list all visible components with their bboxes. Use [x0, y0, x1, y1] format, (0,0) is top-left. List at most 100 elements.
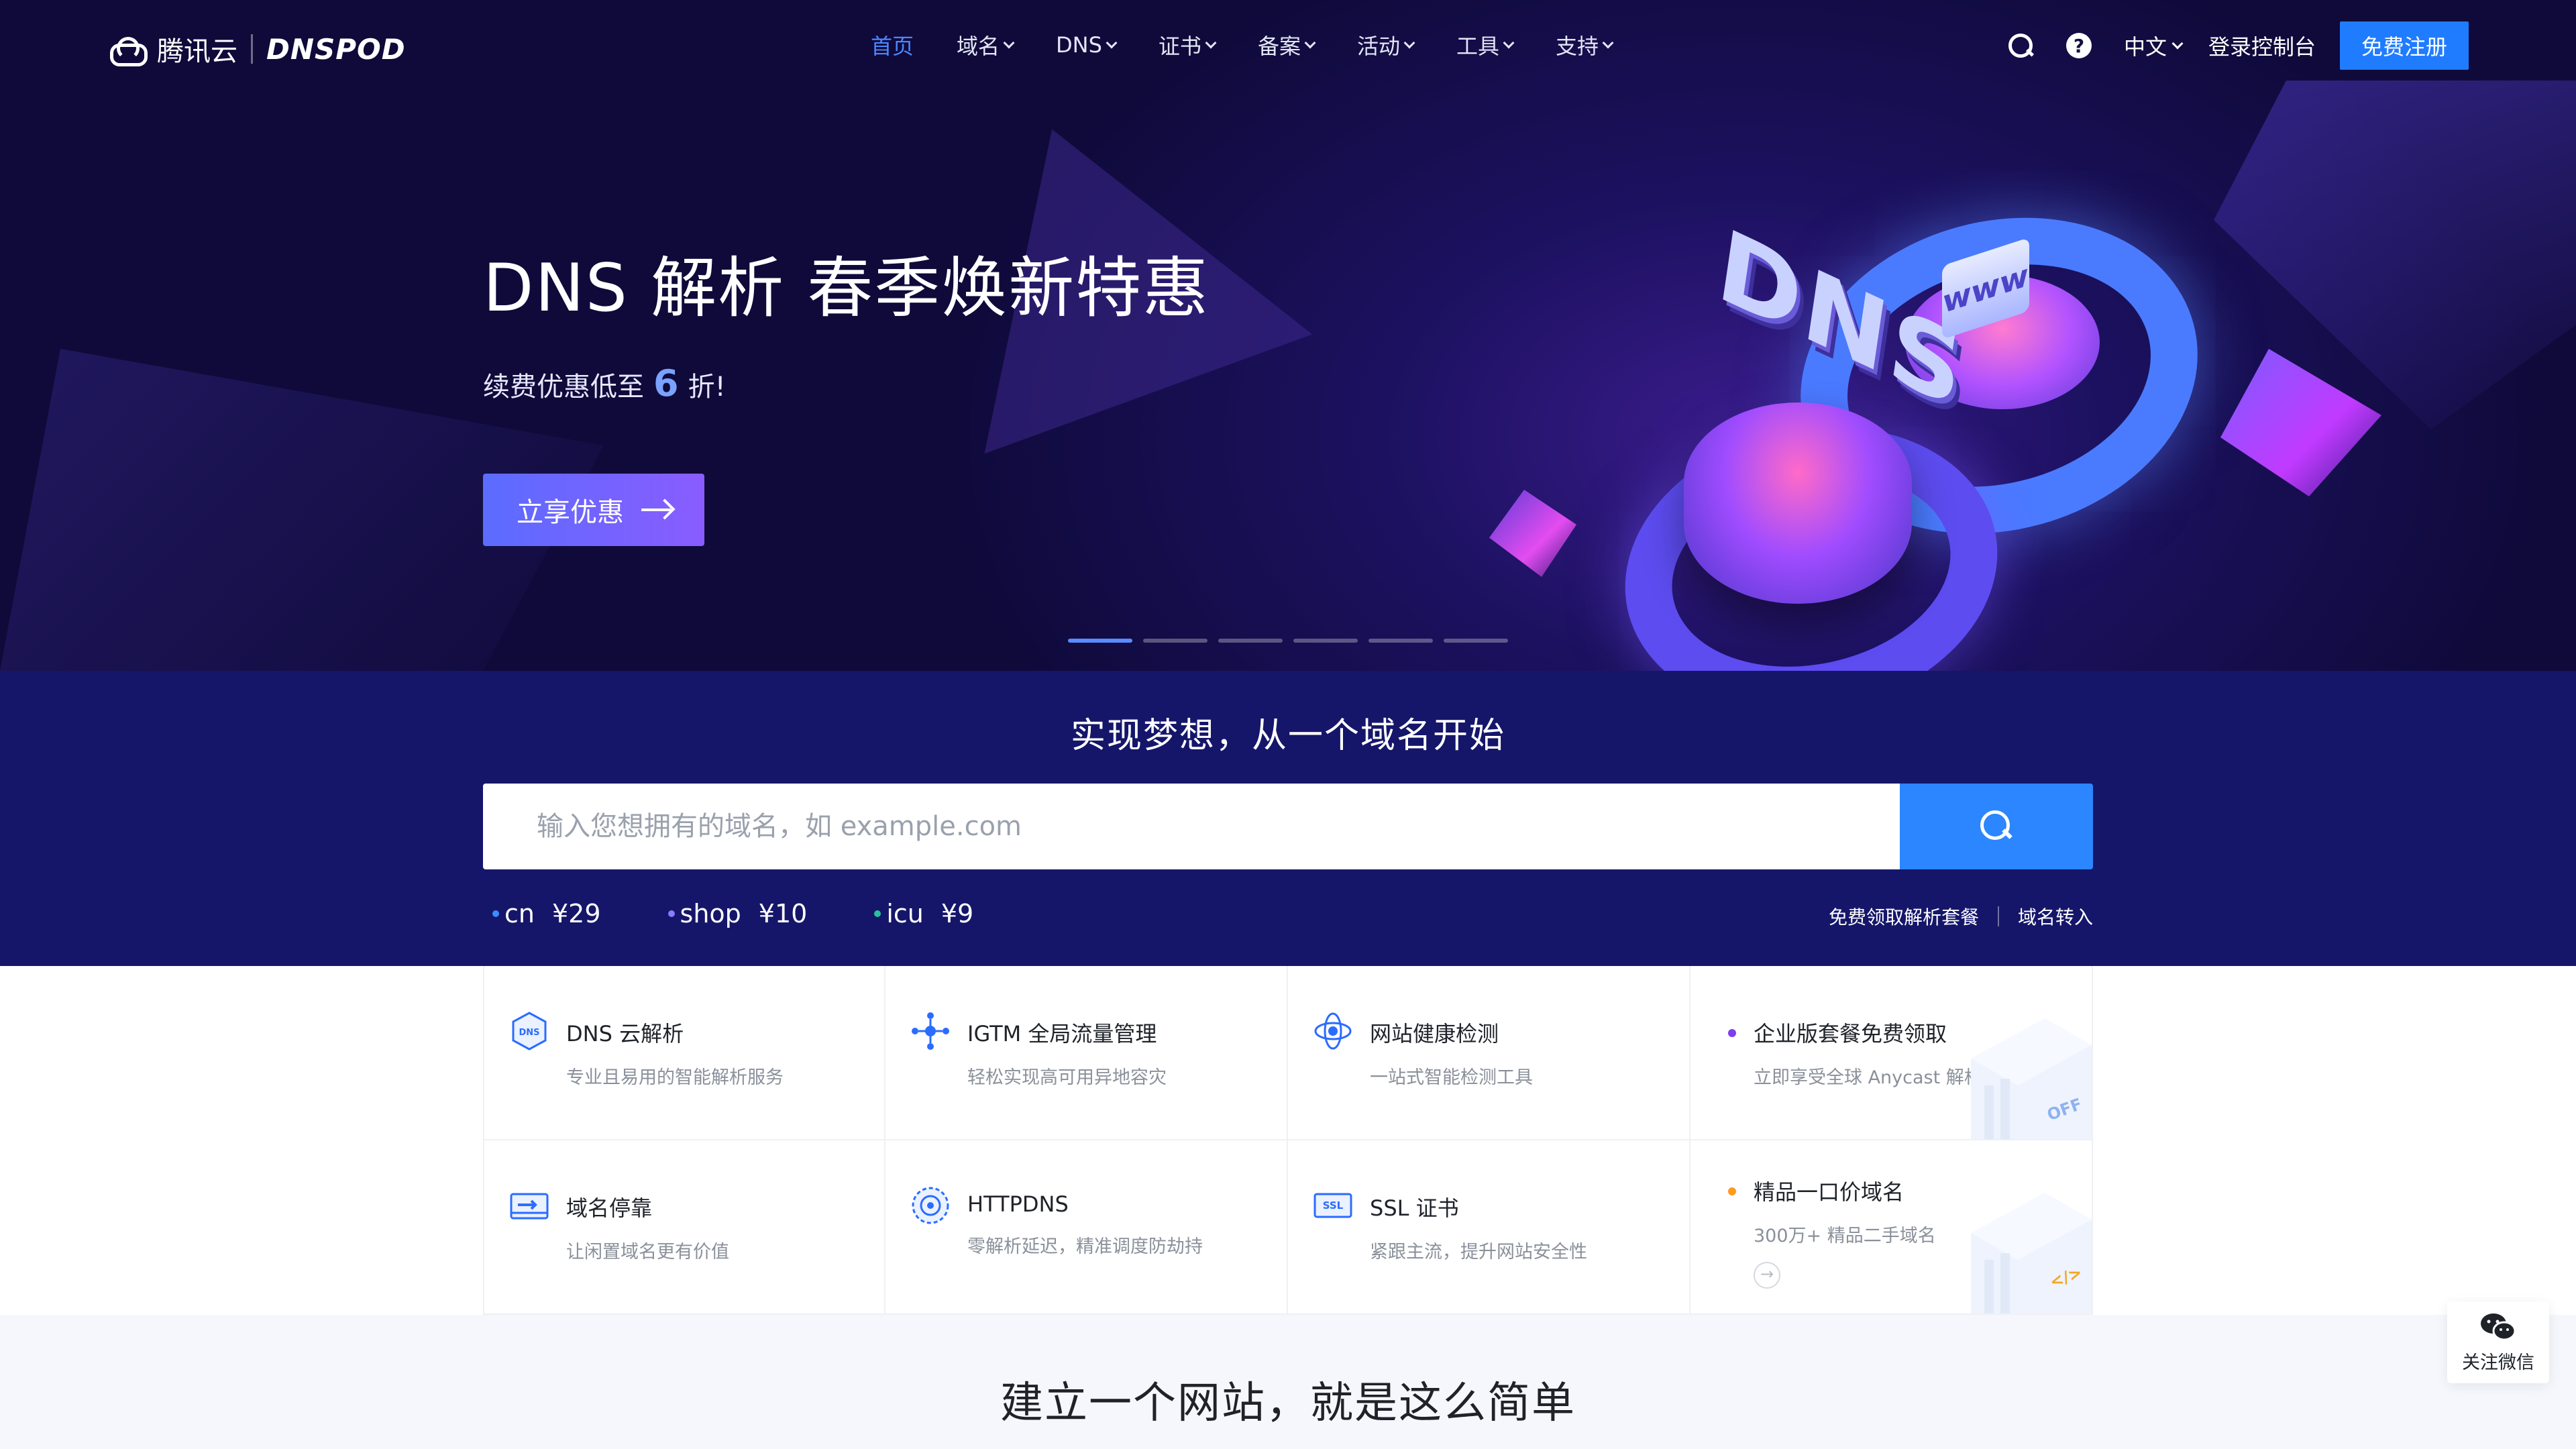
nav-menu-item[interactable]: 备案 — [1257, 30, 1316, 60]
tld-name: icu — [886, 899, 924, 928]
product-card[interactable]: 域名停靠 让闲置域名更有价值 — [483, 1140, 885, 1315]
product-card[interactable]: IGTM 全局流量管理轻松实现高可用异地容灾 — [885, 966, 1288, 1140]
carousel-dot[interactable] — [1293, 639, 1358, 643]
promo-illustration: OFF — [1944, 1005, 2092, 1139]
chevron-down-icon — [1003, 37, 1015, 49]
carousel-dot[interactable] — [1368, 639, 1433, 643]
search-icon — [1979, 809, 2014, 844]
chevron-down-icon — [1106, 37, 1118, 49]
link-divider — [1997, 906, 1999, 926]
nav-menu-item[interactable]: 首页 — [871, 30, 914, 60]
nav-menu-label: 活动 — [1356, 34, 1400, 59]
search-icon[interactable] — [2007, 32, 2034, 59]
promo-bullet — [1728, 1187, 1736, 1195]
tld-price: ¥10 — [758, 899, 808, 928]
tencent-cloud-logo-icon — [107, 37, 148, 66]
domain-transfer-link[interactable]: 域名转入 — [2018, 903, 2093, 930]
nav-menu-label: 支持 — [1555, 34, 1599, 59]
product-title: SSL 证书 — [1370, 1195, 1459, 1221]
product-title: 网站健康检测 — [1370, 1021, 1499, 1046]
nav-menu-item[interactable]: 支持 — [1555, 30, 1614, 60]
chevron-down-icon — [1205, 37, 1217, 49]
tld-bullet — [667, 910, 675, 917]
carousel-dot[interactable] — [1444, 639, 1508, 643]
tld-price: ¥9 — [941, 899, 974, 928]
nav-menu-label: 证书 — [1158, 34, 1201, 59]
carousel-indicators — [1068, 639, 1508, 643]
nav-menu-label: DNS — [1056, 32, 1102, 58]
tld-price: ¥29 — [551, 899, 601, 928]
product-card[interactable]: 网站健康检测一站式智能检测工具 — [1288, 966, 1690, 1140]
chevron-down-icon — [1304, 37, 1316, 49]
tld-price-item[interactable]: cn ¥29 — [492, 899, 601, 928]
nav-menu-label: 备案 — [1257, 34, 1301, 59]
nav-menu-item[interactable]: 域名 — [957, 30, 1015, 60]
domain-search-title: 实现梦想，从一个域名开始 — [1070, 716, 1505, 756]
promo-card[interactable]: 企业版套餐免费领取 立即享受全球 Anycast 解析加速 OFF — [1690, 966, 2093, 1140]
wechat-icon — [2481, 1313, 2516, 1340]
free-dns-plan-link[interactable]: 免费领取解析套餐 — [1829, 903, 1979, 930]
httpdns-icon — [910, 1185, 951, 1226]
promo-bullet — [1728, 1029, 1736, 1037]
product-title: IGTM 全局流量管理 — [967, 1021, 1157, 1046]
product-description: 一站式智能检测工具 — [1370, 1067, 1533, 1088]
carousel-dot[interactable] — [1143, 639, 1208, 643]
tld-bullet — [492, 910, 499, 917]
carousel-dot[interactable] — [1218, 639, 1283, 643]
language-selector[interactable]: 中文 — [2123, 30, 2184, 61]
top-navbar: 腾讯云 DNSPOD 首页 域名 DNS 证书 备案 活动 工具 支持 ? 中文 登录控制台 … — [0, 0, 2576, 89]
wechat-follow-label: 关注微信 — [2462, 1352, 2534, 1373]
promo-card[interactable]: 精品一口价域名300万+ 精品二手域名</> — [1690, 1140, 2093, 1315]
domain-search-section: 实现梦想，从一个域名开始 cn ¥29 shop ¥10 icu ¥9 免费领取解析套餐 … — [0, 671, 2576, 966]
product-description: 让闲置域名更有价值 — [566, 1242, 729, 1263]
product-card[interactable]: SSL SSL 证书紧跟主流，提升网站安全性 — [1288, 1140, 1690, 1315]
product-description: 专业且易用的智能解析服务 — [566, 1067, 784, 1088]
tld-name: shop — [680, 899, 741, 928]
hero-gem-art — [1489, 490, 1576, 577]
build-website-title: 建立一个网站，就是这么简单 — [1000, 1379, 1576, 1428]
hero-cta-button[interactable]: 立享优惠 — [483, 474, 704, 546]
login-console-link[interactable]: 登录控制台 — [2208, 30, 2316, 61]
nav-menu-item[interactable]: 活动 — [1356, 30, 1415, 60]
svg-text:DNS: DNS — [519, 1028, 539, 1038]
nav-menu-label: 首页 — [871, 34, 914, 59]
hero-title: DNS 解析 春季焕新特惠 — [483, 250, 1210, 327]
domain-search-box — [483, 784, 2093, 869]
nav-menu-item[interactable]: 工具 — [1456, 30, 1515, 60]
hero-cta-label: 立享优惠 — [517, 497, 624, 528]
health-check-icon — [1312, 1010, 1354, 1052]
traffic-management-icon — [910, 1010, 951, 1052]
dns-cloud-icon: DNS — [508, 1010, 550, 1052]
ssl-certificate-icon: SSL — [1312, 1185, 1354, 1226]
product-description: 零解析延迟，精准调度防劫持 — [967, 1236, 1203, 1257]
help-icon[interactable]: ? — [2065, 33, 2092, 58]
tld-price-list: cn ¥29 shop ¥10 icu ¥9 — [492, 899, 973, 928]
nav-menu-item[interactable]: 证书 — [1158, 30, 1217, 60]
language-label: 中文 — [2123, 34, 2167, 60]
product-description: 轻松实现高可用异地容灾 — [967, 1067, 1167, 1088]
carousel-dot[interactable] — [1068, 639, 1132, 643]
chevron-down-icon — [1602, 37, 1614, 49]
tld-price-item[interactable]: icu ¥9 — [874, 899, 973, 928]
domain-search-button[interactable] — [1900, 784, 2093, 869]
domain-search-input[interactable] — [483, 784, 1900, 869]
product-description: 紧跟主流，提升网站安全性 — [1370, 1242, 1587, 1263]
register-button[interactable]: 免费注册 — [2340, 21, 2469, 70]
promo-illustration: </> — [1944, 1179, 2092, 1313]
product-card[interactable]: HTTPDNS 零解析延迟，精准调度防劫持 — [885, 1140, 1288, 1315]
domain-quick-links: 免费领取解析套餐 域名转入 — [1829, 903, 2093, 930]
build-website-section: 建立一个网站，就是这么简单 — [0, 1315, 2576, 1449]
site-logo[interactable]: 腾讯云 DNSPOD — [107, 30, 406, 68]
arrow-circle-icon[interactable] — [1754, 1262, 1780, 1289]
logo-tencent-cloud-text: 腾讯云 — [157, 36, 237, 67]
hero-banner: DNS www DNS 解析 春季焕新特惠 续费优惠低至 6 折! 立享优惠 — [0, 0, 2576, 671]
domain-parking-icon — [508, 1185, 550, 1226]
wechat-follow-widget[interactable]: 关注微信 — [2447, 1301, 2549, 1383]
logo-dnspod-text: DNSPOD — [266, 32, 406, 66]
tld-bullet — [874, 910, 881, 917]
hero-subtitle: 续费优惠低至 6 折! — [483, 362, 726, 405]
product-card[interactable]: DNS DNS 云解析 专业且易用的智能解析服务 — [483, 966, 885, 1140]
product-title: HTTPDNS — [967, 1191, 1069, 1217]
nav-menu-item[interactable]: DNS — [1056, 30, 1118, 60]
tld-price-item[interactable]: shop ¥10 — [667, 899, 808, 928]
